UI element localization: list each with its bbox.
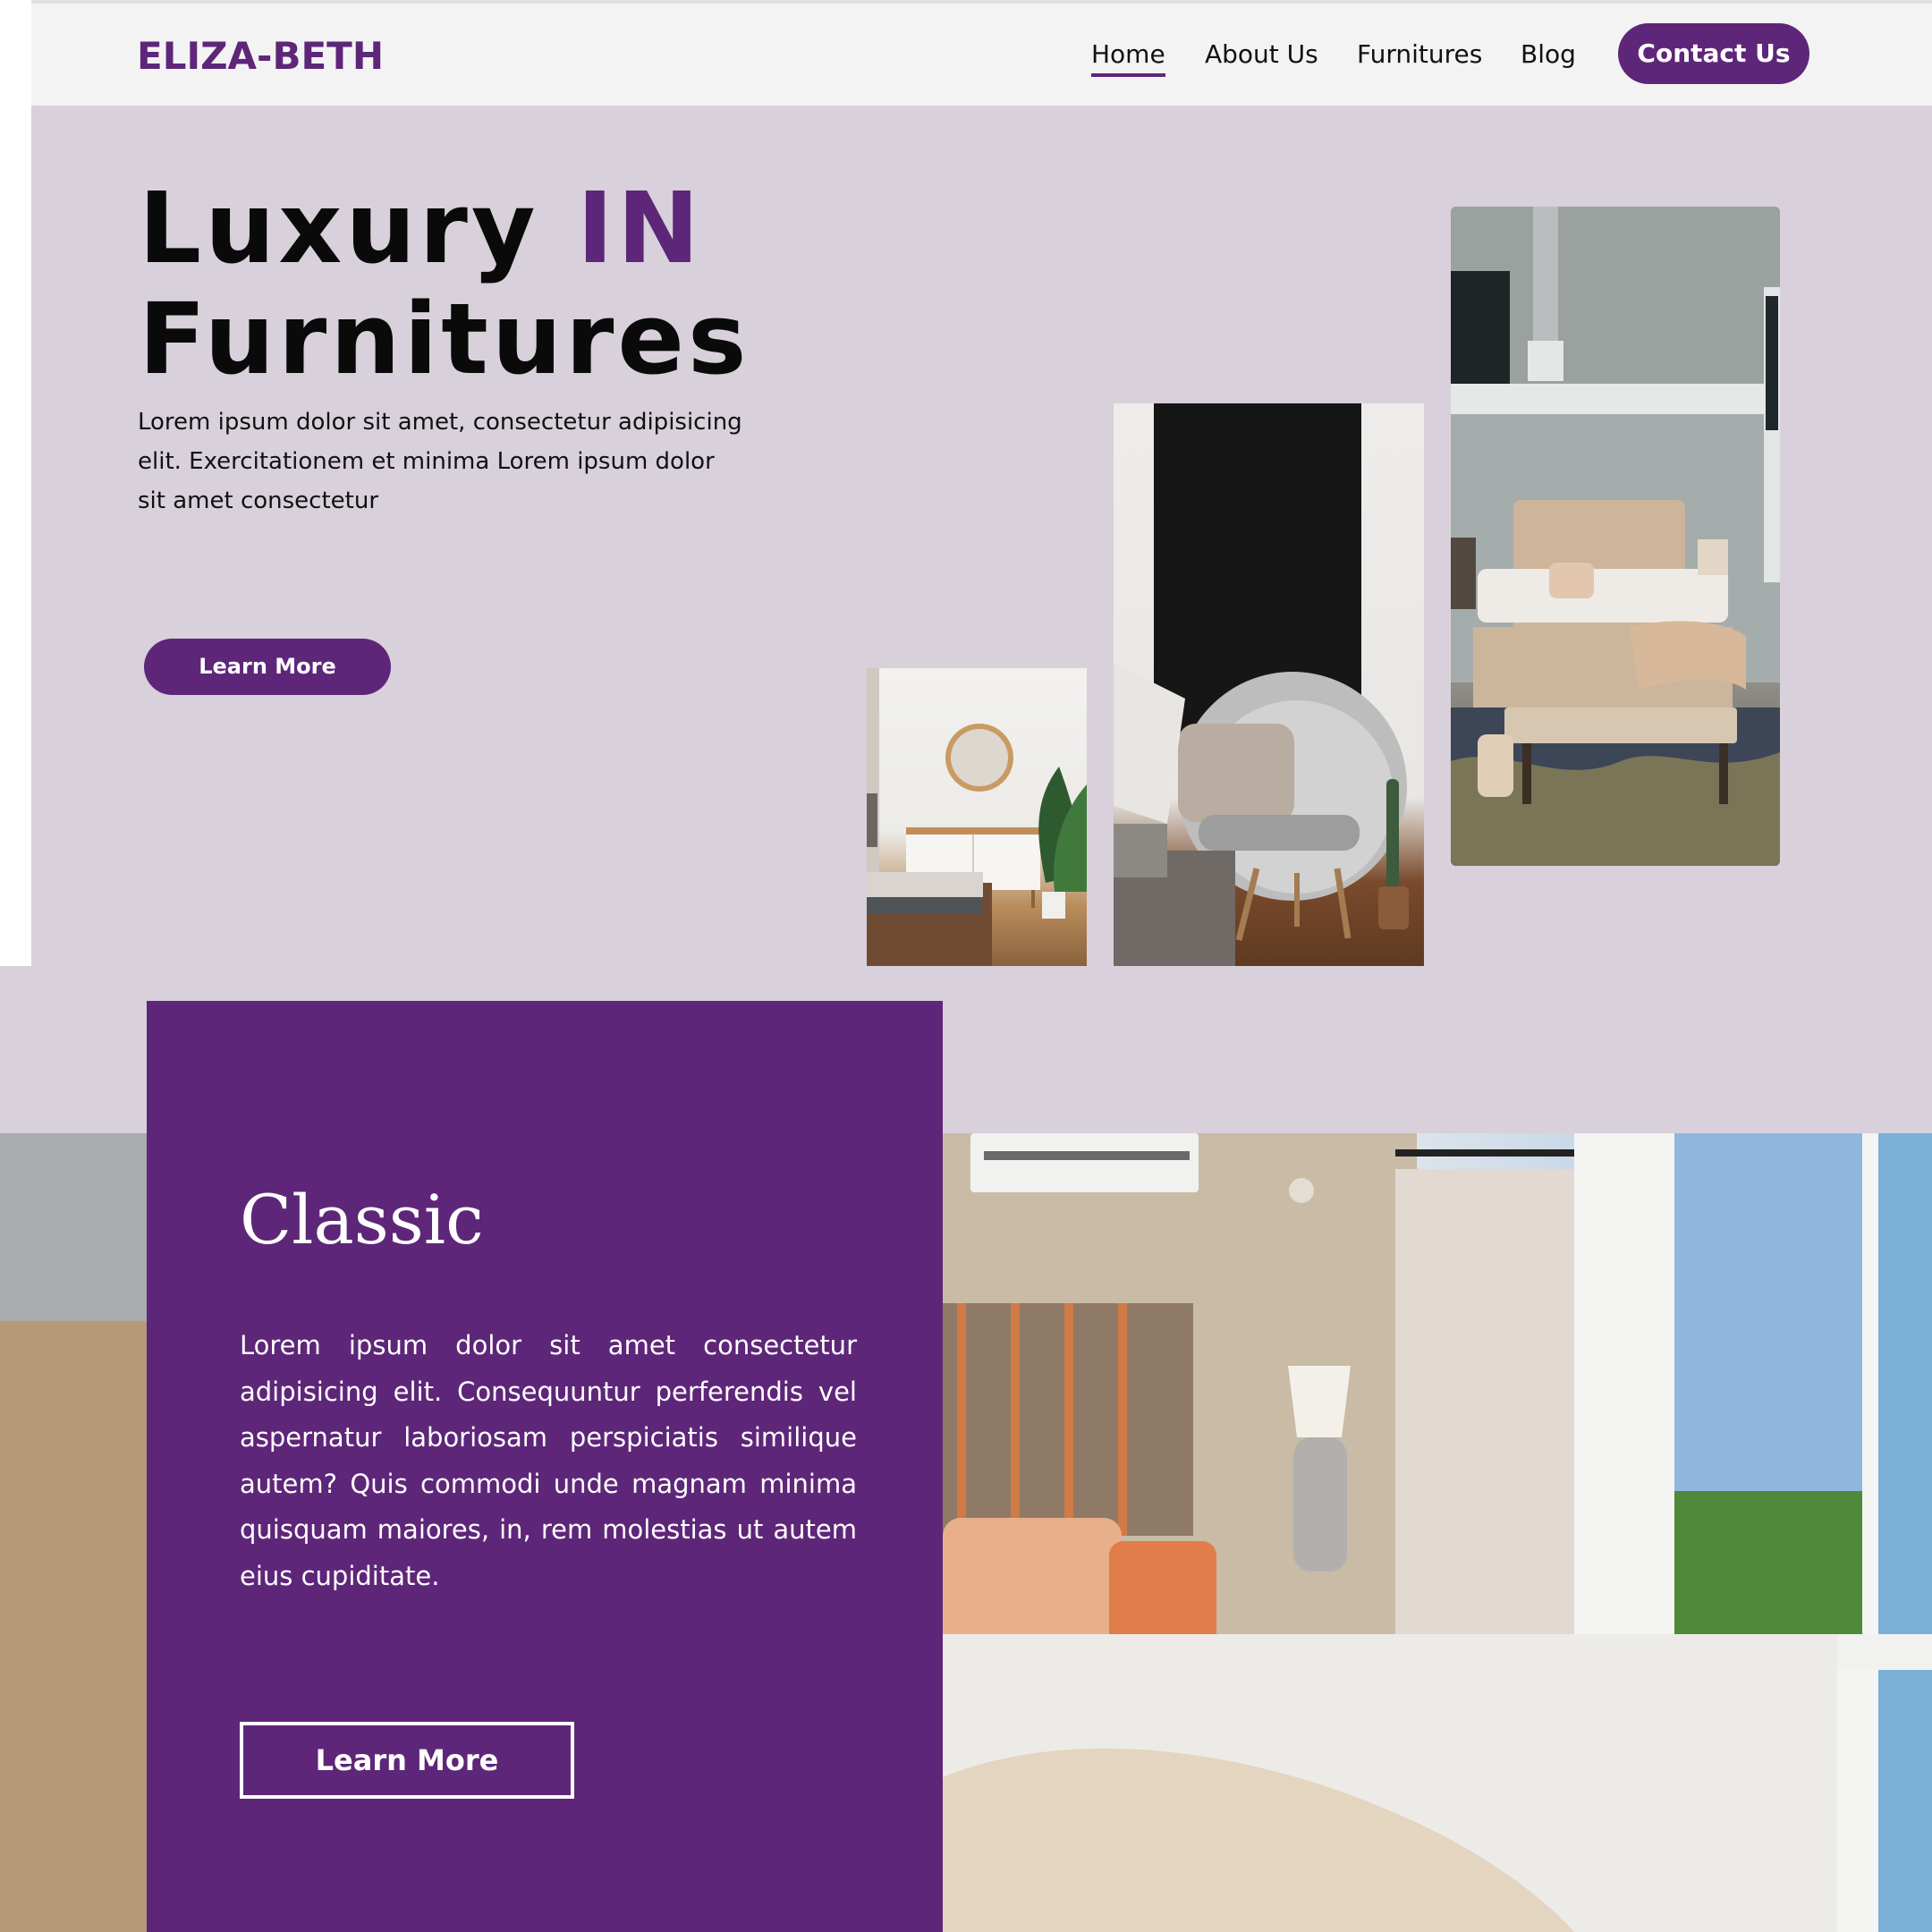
- nav-blog[interactable]: Blog: [1521, 39, 1576, 69]
- hero-paragraph: Lorem ipsum dolor sit amet, consectetur …: [138, 409, 742, 514]
- classic-paragraph: Lorem ipsum dolor sit amet consectetur a…: [240, 1330, 857, 1591]
- nav-furnitures[interactable]: Furnitures: [1357, 39, 1482, 69]
- classic-learn-more-button[interactable]: Learn More: [240, 1722, 574, 1799]
- accent-chair-photo: [1114, 403, 1424, 966]
- hero-title-line1: Luxury: [139, 171, 577, 285]
- classic-panel: Classic Lorem ipsum dolor sit amet conse…: [147, 1001, 943, 1932]
- hero-title-accent: IN: [576, 171, 703, 285]
- dresser-room-photo: [867, 668, 1087, 966]
- hero-section: Luxury IN Furnitures Lorem ipsum dolor si…: [31, 106, 1932, 966]
- hero-title-line2: Furnitures: [139, 282, 750, 396]
- classic-title: Classic: [240, 1180, 484, 1259]
- site-header: ELIZA-BETH Home About Us Furnitures Blog…: [31, 4, 1932, 106]
- hero-title: Luxury IN Furnitures: [139, 173, 750, 394]
- hero-learn-more-button[interactable]: Learn More: [144, 639, 391, 695]
- site-logo[interactable]: ELIZA-BETH: [137, 34, 384, 78]
- bedroom-photo: [1451, 207, 1780, 866]
- nav-home[interactable]: Home: [1091, 39, 1165, 77]
- contact-us-button[interactable]: Contact Us: [1618, 23, 1809, 84]
- nav-about-us[interactable]: About Us: [1205, 39, 1318, 69]
